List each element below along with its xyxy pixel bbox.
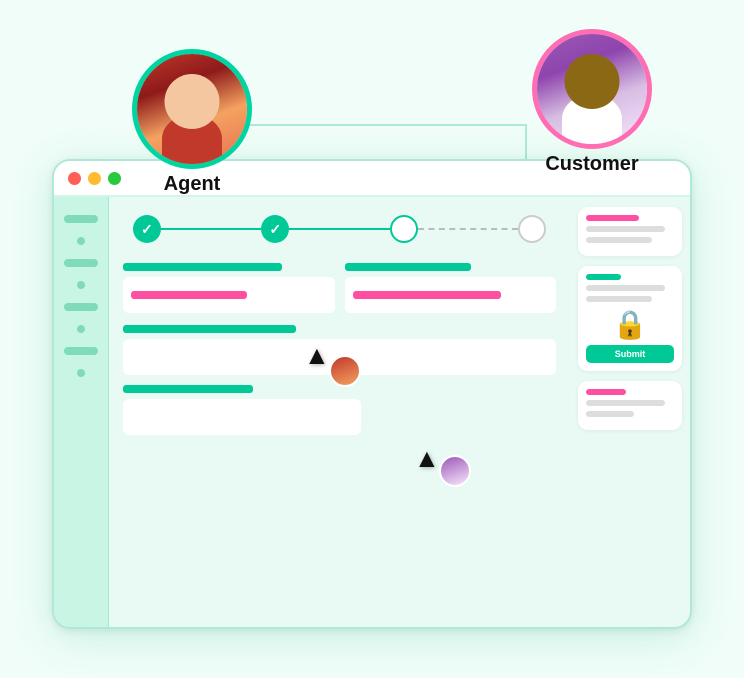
sidebar-item-2[interactable]: [64, 259, 98, 267]
panel-line-gray-2: [586, 237, 652, 243]
form-group-1: [123, 263, 335, 313]
panel-line-gray-6: [586, 411, 634, 417]
panel-line-gray-1: [586, 226, 665, 232]
field-highlight-1: [131, 291, 247, 299]
panel-line-green-1: [586, 274, 621, 280]
form-field-1[interactable]: [123, 277, 335, 313]
customer-face: [565, 54, 620, 109]
step-3: [390, 215, 418, 243]
step-line-3: [418, 228, 518, 231]
form-group-2: [345, 263, 557, 313]
main-area: ✓ ✓: [109, 197, 570, 627]
sidebar: [54, 197, 109, 627]
form-field-2[interactable]: [345, 277, 557, 313]
sidebar-item-4[interactable]: [64, 347, 98, 355]
customer-avatar: Customer: [532, 29, 652, 176]
form-row-1: [123, 263, 556, 313]
customer-photo: [537, 34, 647, 144]
customer-label: Customer: [545, 153, 638, 176]
agent-face: [165, 74, 220, 129]
step-4: [518, 215, 546, 243]
scene: Agent Customer: [32, 49, 712, 629]
step-2: ✓: [261, 215, 289, 243]
browser-content: ✓ ✓: [54, 197, 690, 627]
browser-window: ✓ ✓: [52, 159, 692, 629]
step-1: ✓: [133, 215, 161, 243]
panel-line-gray-3: [586, 285, 665, 291]
panel-line-gray-4: [586, 296, 652, 302]
right-panel: 🔒 Submit: [570, 197, 690, 627]
panel-card-3: [578, 381, 682, 430]
panel-card-1: [578, 207, 682, 256]
panel-line-gray-5: [586, 400, 665, 406]
dot-green[interactable]: [108, 172, 121, 185]
panel-card-2: 🔒 Submit: [578, 266, 682, 371]
form-row-label-2: [123, 325, 296, 333]
progress-bar: ✓ ✓: [123, 215, 556, 243]
form-row-label-3: [123, 385, 253, 393]
form-label-2: [345, 263, 472, 271]
lock-icon: 🔒: [613, 308, 648, 341]
field-highlight-2: [353, 291, 501, 299]
step-line-2: [289, 228, 389, 231]
agent-label: Agent: [164, 173, 221, 196]
sidebar-item-1[interactable]: [64, 215, 98, 223]
agent-avatar-circle: [132, 49, 252, 169]
form-label-1: [123, 263, 282, 271]
agent-mini-avatar: [329, 355, 361, 387]
agent-photo: [137, 54, 247, 164]
customer-mini-avatar: [439, 455, 471, 487]
sidebar-item-3[interactable]: [64, 303, 98, 311]
panel-line-pink-1: [586, 215, 639, 221]
sidebar-dot-3: [77, 325, 85, 333]
sidebar-dot-1: [77, 237, 85, 245]
panel-line-pink-2: [586, 389, 626, 395]
customer-avatar-circle: [532, 29, 652, 149]
form-field-half[interactable]: [123, 399, 361, 435]
step-line-1: [161, 228, 261, 231]
sidebar-dot-4: [77, 369, 85, 377]
lock-button[interactable]: Submit: [586, 345, 674, 363]
agent-avatar: Agent: [132, 49, 252, 196]
sidebar-dot-2: [77, 281, 85, 289]
dot-red[interactable]: [68, 172, 81, 185]
dot-yellow[interactable]: [88, 172, 101, 185]
